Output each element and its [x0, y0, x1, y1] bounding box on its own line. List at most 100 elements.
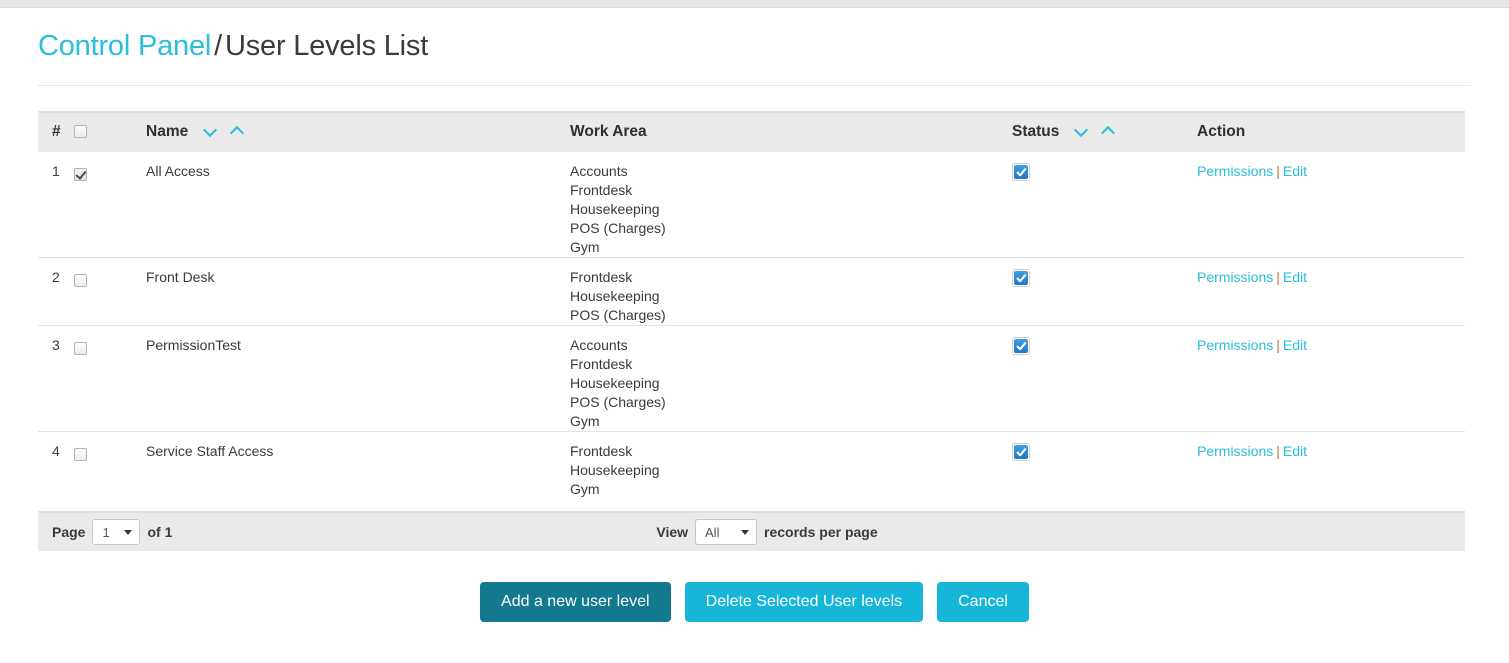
header-status: Status [1012, 111, 1197, 152]
row-work-areas: Frontdesk Housekeeping POS (Charges) [570, 258, 1012, 326]
row-status-cell [1012, 258, 1197, 326]
checkmark-icon [1014, 271, 1028, 285]
row-actions: Permissions | Edit [1197, 152, 1465, 258]
work-area-item: Gym [570, 413, 600, 429]
action-separator: | [1276, 269, 1280, 285]
action-separator: | [1276, 443, 1280, 459]
row-status-cell [1012, 432, 1197, 500]
work-area-item: POS (Charges) [570, 307, 666, 323]
page-select[interactable]: 1 [92, 519, 141, 545]
work-area-item: POS (Charges) [570, 220, 666, 236]
edit-link[interactable]: Edit [1283, 269, 1307, 285]
table-body: 1 All Access Accounts Frontdesk Housekeeping… [38, 152, 1465, 499]
work-area-item: Housekeeping [570, 375, 660, 391]
status-active-checkbox[interactable] [1012, 163, 1030, 181]
chevron-down-icon[interactable] [204, 124, 218, 134]
add-user-level-button[interactable]: Add a new user level [480, 582, 671, 622]
row-number: 2 [52, 269, 60, 285]
page-total-label: of 1 [147, 524, 173, 540]
table-header-row: # Name Work Area Status Action [38, 111, 1465, 152]
checkmark-icon [1014, 339, 1028, 353]
chevron-up-icon[interactable] [1102, 124, 1116, 134]
row-number: 3 [52, 337, 60, 353]
rows-select-wrap: All102550100 [695, 519, 758, 545]
select-all-checkbox[interactable] [74, 125, 87, 139]
status-active-checkbox[interactable] [1012, 269, 1030, 287]
chevron-up-icon[interactable] [231, 124, 245, 134]
header-name-label: Name [146, 123, 189, 140]
row-name: Front Desk [146, 269, 215, 285]
records-per-page-label: records per page [764, 524, 878, 540]
table-row: 1 All Access Accounts Frontdesk Housekeeping… [38, 152, 1465, 258]
view-label: View [656, 524, 689, 540]
header-status-label: Status [1012, 123, 1060, 140]
row-select-checkbox[interactable] [74, 447, 87, 461]
work-area-item: Frontdesk [570, 182, 633, 198]
top-bar [0, 0, 1509, 8]
page-container: Control Panel/User Levels List # Name [0, 8, 1509, 622]
table-header: # Name Work Area Status Action [38, 111, 1465, 152]
header-divider [38, 85, 1471, 86]
row-actions: Permissions | Edit [1197, 258, 1465, 326]
row-actions: Permissions | Edit [1197, 432, 1465, 500]
permissions-link[interactable]: Permissions [1197, 163, 1273, 179]
permissions-link[interactable]: Permissions [1197, 337, 1273, 353]
records-per-page-select[interactable]: All102550100 [695, 519, 758, 545]
row-work-areas: Accounts Frontdesk Housekeeping POS (Charge… [570, 326, 1012, 432]
page-title: User Levels List [224, 30, 429, 62]
work-area-item: Gym [570, 481, 600, 497]
user-levels-table: # Name Work Area Status Action 1 All Acc… [38, 111, 1465, 499]
edit-link[interactable]: Edit [1283, 443, 1307, 459]
row-work-areas: Accounts Frontdesk Housekeeping POS (Charge… [570, 152, 1012, 258]
work-area-item: POS (Charges) [570, 394, 666, 410]
work-area-item: Frontdesk [570, 356, 633, 372]
permissions-link[interactable]: Permissions [1197, 443, 1273, 459]
breadcrumb: Control Panel / User Levels List [38, 8, 1471, 69]
records-per-page-controls: View All102550100 records per page [656, 519, 878, 545]
page-select-wrap: 1 [92, 519, 141, 545]
header-name: Name [146, 111, 570, 152]
row-select-cell [74, 432, 146, 500]
header-select-all [74, 111, 146, 152]
permissions-link[interactable]: Permissions [1197, 269, 1273, 285]
table-row: 4 Service Staff Access Frontdesk Housekeepi… [38, 432, 1465, 500]
delete-selected-user-levels-button[interactable]: Delete Selected User levels [684, 582, 924, 622]
checkmark-icon [1014, 445, 1028, 459]
status-sort-controls [1075, 124, 1116, 134]
header-number: # [38, 111, 74, 152]
status-active-checkbox[interactable] [1012, 337, 1030, 355]
breadcrumb-link-control-panel[interactable]: Control Panel [38, 30, 211, 62]
row-number: 4 [52, 443, 60, 459]
pagination-bar: Page 1 of 1 View All102550100 records pe… [38, 511, 1465, 551]
table-row: 2 Front Desk Frontdesk Housekeeping POS (Cha… [38, 258, 1465, 326]
row-select-cell [74, 152, 146, 258]
row-number: 1 [52, 163, 60, 179]
cancel-button[interactable]: Cancel [937, 582, 1029, 622]
edit-link[interactable]: Edit [1283, 163, 1307, 179]
name-sort-controls [204, 124, 245, 134]
row-status-cell [1012, 152, 1197, 258]
work-area-item: Frontdesk [570, 443, 633, 459]
header-action: Action [1197, 111, 1465, 152]
work-area-item: Housekeeping [570, 201, 660, 217]
row-work-areas: Frontdesk Housekeeping Gym [570, 432, 1012, 500]
work-area-item: Frontdesk [570, 269, 633, 285]
row-select-cell [74, 258, 146, 326]
edit-link[interactable]: Edit [1283, 337, 1307, 353]
action-buttons: Add a new user level Delete Selected Use… [38, 582, 1471, 622]
row-name: All Access [146, 163, 210, 179]
work-area-item: Gym [570, 239, 600, 255]
breadcrumb-separator: / [214, 30, 222, 62]
row-select-cell [74, 326, 146, 432]
chevron-down-icon[interactable] [1075, 124, 1089, 134]
row-status-cell [1012, 326, 1197, 432]
row-actions: Permissions | Edit [1197, 326, 1465, 432]
page-controls: Page 1 of 1 [38, 519, 172, 545]
row-select-checkbox[interactable] [74, 341, 87, 355]
work-area-item: Accounts [570, 163, 628, 179]
page-label: Page [52, 524, 86, 540]
status-active-checkbox[interactable] [1012, 443, 1030, 461]
row-select-checkbox[interactable] [74, 167, 87, 181]
row-select-checkbox[interactable] [74, 273, 87, 287]
row-name: PermissionTest [146, 337, 241, 353]
